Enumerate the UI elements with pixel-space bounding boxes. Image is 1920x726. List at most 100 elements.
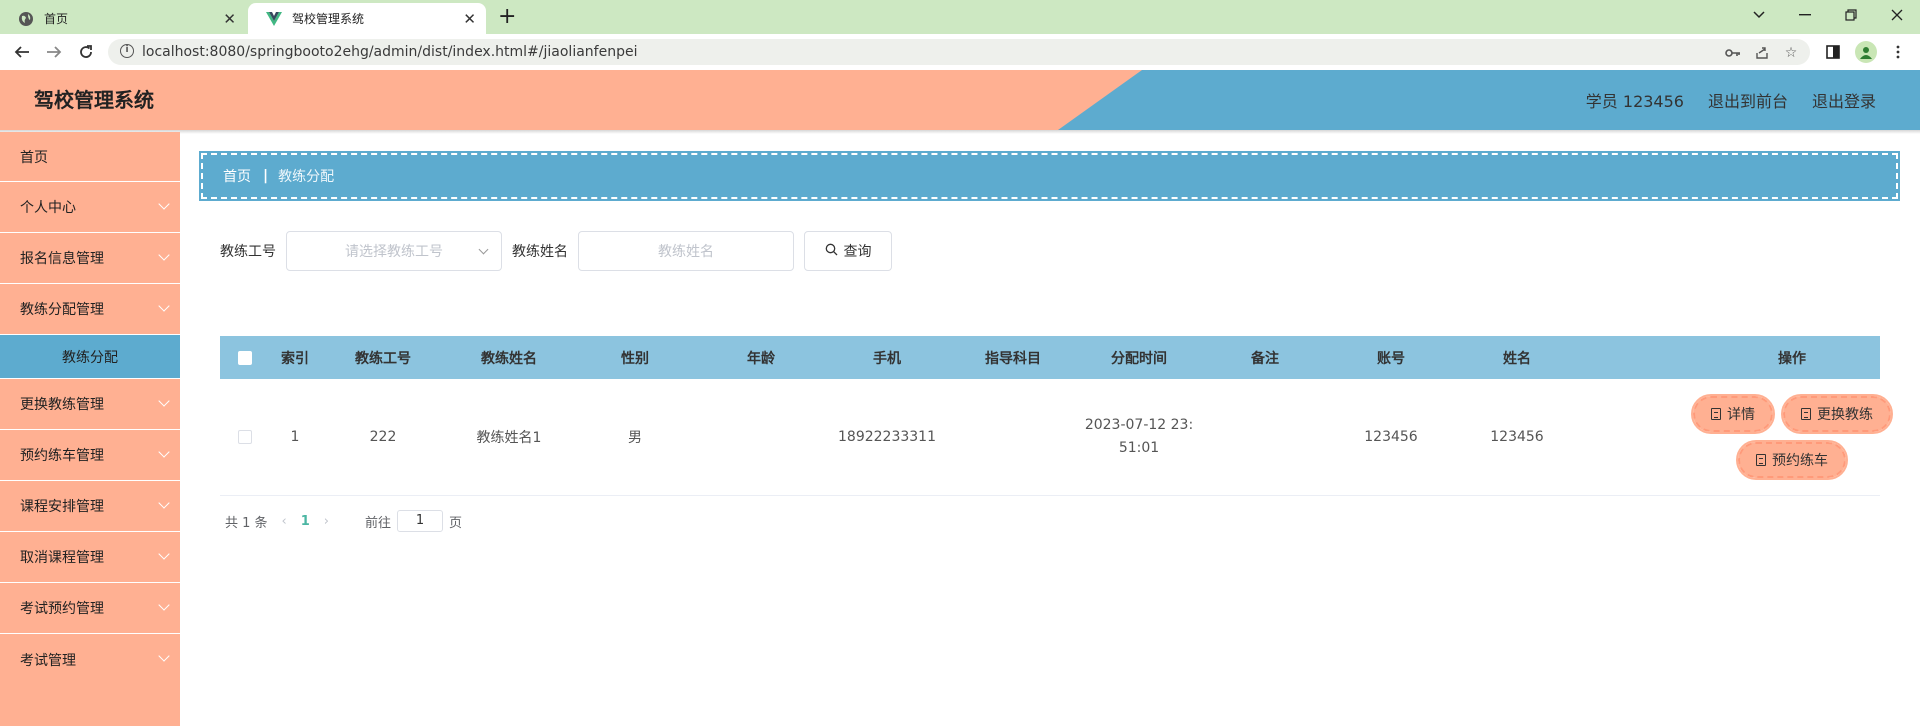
browser-tab-label: 首页 bbox=[44, 12, 69, 26]
cell-account: 123456 bbox=[1364, 429, 1418, 445]
pager-jump: 前往 1 页 bbox=[365, 510, 462, 532]
search-bar: 教练工号 请选择教练工号 教练姓名 教练姓名 查询 bbox=[220, 231, 892, 271]
search-icon bbox=[825, 243, 838, 260]
back-icon[interactable] bbox=[10, 40, 34, 64]
new-tab-icon[interactable]: + bbox=[498, 4, 516, 30]
col-header: 性别 bbox=[621, 350, 649, 367]
detail-button[interactable]: 详情 bbox=[1691, 394, 1775, 434]
book-practice-button-label: 预约练车 bbox=[1772, 453, 1828, 469]
coach-name-placeholder: 教练姓名 bbox=[658, 244, 714, 260]
app-header: 驾校管理系统 学员 123456 退出到前台 退出登录 bbox=[0, 70, 1920, 130]
chevron-down-icon bbox=[158, 446, 170, 458]
col-header: 备注 bbox=[1251, 350, 1279, 367]
sidebar-item-cancel-course[interactable]: 取消课程管理 bbox=[0, 532, 180, 583]
sidebar-item-personal-center[interactable]: 个人中心 bbox=[0, 182, 180, 233]
assign-time-line: 51:01 bbox=[1118, 440, 1160, 456]
checkbox-box bbox=[238, 350, 252, 365]
browser-tab-home[interactable]: 首页 ✕ bbox=[0, 3, 246, 34]
browser-tab-app[interactable]: 驾校管理系统 ✕ bbox=[248, 3, 486, 34]
chevron-down-icon bbox=[158, 198, 170, 210]
select-all-checkbox[interactable] bbox=[220, 350, 270, 365]
tab-search-icon[interactable] bbox=[1736, 0, 1782, 30]
table-header: 索引 教练工号 教练姓名 性别 年龄 手机 指导科目 分配时间 备注 账号 姓名… bbox=[220, 336, 1880, 379]
sidebar-item-exam[interactable]: 考试管理 bbox=[0, 634, 180, 685]
chevron-down-icon bbox=[158, 548, 170, 560]
reload-icon[interactable] bbox=[74, 40, 98, 64]
sidebar-item-label: 报名信息管理 bbox=[20, 251, 104, 267]
minimize-icon[interactable] bbox=[1782, 0, 1828, 30]
coach-name-input[interactable]: 教练姓名 bbox=[578, 231, 794, 271]
pager-page-1[interactable]: 1 bbox=[301, 514, 310, 529]
checkbox-box bbox=[238, 430, 252, 444]
restore-icon[interactable] bbox=[1828, 0, 1874, 30]
coach-no-label: 教练工号 bbox=[220, 244, 276, 260]
chevron-down-icon bbox=[158, 497, 170, 509]
document-icon bbox=[1756, 454, 1766, 466]
sidebar-item-registration[interactable]: 报名信息管理 bbox=[0, 233, 180, 284]
exit-to-front-link[interactable]: 退出到前台 bbox=[1708, 88, 1788, 112]
header-shadow bbox=[0, 130, 1920, 134]
col-header: 教练工号 bbox=[355, 350, 411, 367]
header-links: 学员 123456 退出到前台 退出登录 bbox=[1586, 70, 1876, 130]
url-field[interactable]: i localhost:8080/springbooto2ehg/admin/d… bbox=[108, 39, 1810, 65]
cell-coach-name: 教练姓名1 bbox=[476, 430, 542, 446]
sidebar-item-label: 预约练车管理 bbox=[20, 448, 104, 464]
breadcrumb-separator: | bbox=[263, 168, 269, 184]
sidebar-item-label: 考试管理 bbox=[20, 652, 76, 669]
query-button-label: 查询 bbox=[843, 244, 872, 260]
cell-index: 1 bbox=[290, 429, 300, 445]
sidebar-item-coach-assignment[interactable]: 教练分配管理 bbox=[0, 284, 180, 335]
chevron-down-icon bbox=[158, 650, 170, 662]
sidebar-item-home[interactable]: 首页 bbox=[0, 132, 180, 182]
forward-icon[interactable] bbox=[42, 40, 66, 64]
bookmark-star-icon[interactable]: ☆ bbox=[1782, 44, 1800, 62]
document-icon bbox=[1801, 408, 1811, 420]
query-button[interactable]: 查询 bbox=[804, 231, 892, 271]
change-coach-button-label: 更换教练 bbox=[1817, 407, 1873, 423]
chevron-left-icon[interactable]: ‹ bbox=[282, 514, 287, 529]
breadcrumb-home[interactable]: 首页 bbox=[223, 166, 251, 186]
close-tab-icon[interactable]: ✕ bbox=[463, 10, 476, 28]
more-menu-icon[interactable] bbox=[1888, 42, 1908, 62]
site-info-icon[interactable]: i bbox=[120, 44, 134, 58]
col-header: 操作 bbox=[1778, 350, 1806, 367]
table-row: 1 222 教练姓名1 男 18922233311 2023-07-12 23:… bbox=[220, 379, 1893, 496]
chevron-down-icon bbox=[158, 395, 170, 407]
share-icon[interactable] bbox=[1753, 44, 1771, 62]
sidebar-item-change-coach[interactable]: 更换教练管理 bbox=[0, 379, 180, 430]
chevron-right-icon[interactable]: › bbox=[324, 514, 329, 529]
change-coach-button[interactable]: 更换教练 bbox=[1781, 394, 1893, 434]
pager-goto-input[interactable]: 1 bbox=[397, 510, 444, 532]
col-header: 分配时间 bbox=[1111, 350, 1167, 367]
key-icon[interactable] bbox=[1724, 44, 1742, 62]
profile-avatar-icon[interactable] bbox=[1855, 41, 1877, 63]
col-header: 索引 bbox=[281, 350, 309, 367]
sidebar-item-label: 教练分配管理 bbox=[20, 302, 104, 318]
cell-operations: 详情 更换教练 预约练车 bbox=[1580, 394, 1920, 480]
close-window-icon[interactable] bbox=[1874, 0, 1920, 30]
pager-goto-label: 前往 bbox=[365, 515, 392, 531]
sidebar-item-label: 首页 bbox=[20, 149, 48, 166]
pager-page-unit: 页 bbox=[449, 515, 463, 531]
sidebar-item-course-schedule[interactable]: 课程安排管理 bbox=[0, 481, 180, 532]
sidebar-subitem-coach-assignment[interactable]: 教练分配 bbox=[0, 335, 180, 379]
row-checkbox[interactable] bbox=[220, 430, 270, 444]
cell-coach-no: 222 bbox=[369, 429, 397, 445]
globe-icon bbox=[18, 11, 34, 27]
book-practice-button[interactable]: 预约练车 bbox=[1736, 440, 1848, 480]
sidebar-item-exam-booking[interactable]: 考试预约管理 bbox=[0, 583, 180, 634]
coach-no-placeholder: 请选择教练工号 bbox=[345, 244, 443, 260]
chevron-down-icon bbox=[158, 599, 170, 611]
col-header: 账号 bbox=[1377, 350, 1405, 367]
logout-link[interactable]: 退出登录 bbox=[1812, 88, 1876, 112]
sidebar-item-booking[interactable]: 预约练车管理 bbox=[0, 430, 180, 481]
url-text: localhost:8080/springbooto2ehg/admin/dis… bbox=[142, 44, 638, 60]
sidebar-item-label: 课程安排管理 bbox=[20, 499, 104, 515]
close-tab-icon[interactable]: ✕ bbox=[223, 10, 236, 28]
coach-assignment-table: 索引 教练工号 教练姓名 性别 年龄 手机 指导科目 分配时间 备注 账号 姓名… bbox=[220, 336, 1893, 496]
breadcrumb-current: 教练分配 bbox=[278, 169, 335, 185]
coach-no-select[interactable]: 请选择教练工号 bbox=[286, 231, 502, 271]
col-header: 手机 bbox=[873, 350, 901, 367]
side-panel-icon[interactable] bbox=[1823, 42, 1843, 62]
vue-logo-icon bbox=[266, 11, 282, 27]
